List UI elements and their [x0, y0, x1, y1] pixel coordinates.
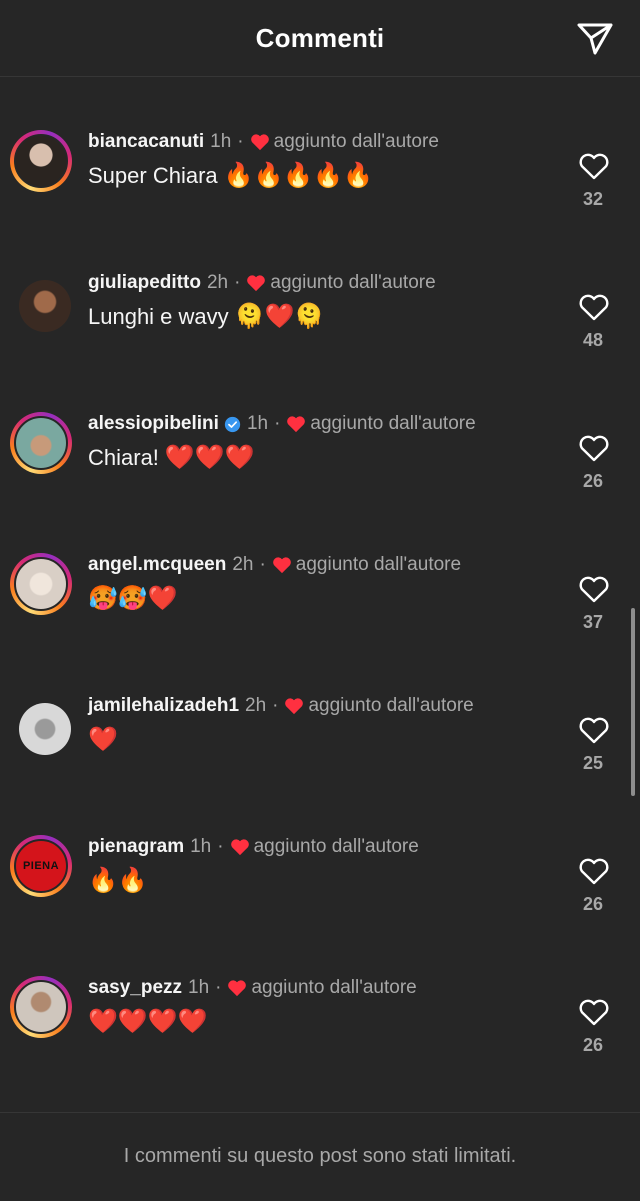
like-count: 32	[582, 189, 604, 209]
comment-emojis: 🫠❤️🫠	[234, 302, 325, 330]
like-count: 25	[582, 753, 604, 773]
author-heart-icon	[285, 698, 304, 715]
liked-by-author-label: aggiunto dall'autore	[270, 272, 436, 293]
header-bar: Commenti	[0, 0, 640, 77]
comment-username[interactable]: biancacanuti	[88, 131, 204, 153]
separator-dot: ·	[217, 836, 224, 857]
comment-row: biancacanuti 1h · aggiunto dall'autore S…	[0, 76, 640, 217]
like-count: 37	[582, 612, 604, 632]
author-heart-icon	[228, 980, 247, 997]
comment-username[interactable]: alessiopibelini	[88, 413, 219, 435]
comment-text: Super Chiara 🔥🔥🔥🔥🔥	[88, 161, 373, 190]
comment-emojis: ❤️❤️❤️❤️	[88, 1007, 208, 1035]
comment-emojis: 🔥🔥🔥🔥🔥	[223, 161, 374, 189]
comment-body: Lunghi e wavy	[88, 304, 229, 329]
like-count: 26	[582, 1035, 604, 1055]
comment-text: 🔥🔥	[88, 866, 148, 895]
like-count: 48	[582, 330, 604, 350]
comment-row: PIENA pienagram 1h · aggiunto dall'autor…	[0, 781, 640, 922]
comment-username[interactable]: sasy_pezz	[88, 977, 182, 999]
like-count: 26	[582, 894, 604, 914]
comment-body: Chiara!	[88, 445, 159, 470]
send-icon	[577, 23, 613, 55]
avatar[interactable]	[10, 271, 72, 333]
comment-emojis: 🔥🔥	[88, 866, 148, 894]
comment-time: 1h	[210, 131, 232, 152]
author-heart-icon	[250, 134, 269, 151]
separator-dot: ·	[237, 131, 244, 152]
heart-outline-icon[interactable]	[578, 433, 610, 463]
liked-by-author-label: aggiunto dall'autore	[251, 977, 417, 998]
comment-username[interactable]: angel.mcqueen	[88, 554, 226, 576]
comment-text: Lunghi e wavy 🫠❤️🫠	[88, 302, 324, 331]
avatar[interactable]: PIENA	[10, 835, 72, 897]
liked-by-author-label: aggiunto dall'autore	[310, 413, 476, 434]
comment-row: sasy_pezz 1h · aggiunto dall'autore ❤️❤️…	[0, 922, 640, 1063]
separator-dot: ·	[272, 695, 279, 716]
heart-outline-icon[interactable]	[578, 997, 610, 1027]
comment-username[interactable]: jamilehalizadeh1	[88, 695, 239, 717]
heart-outline-icon[interactable]	[578, 856, 610, 886]
comment-row: giuliapeditto 2h · aggiunto dall'autore …	[0, 217, 640, 358]
author-heart-icon	[287, 416, 306, 433]
comment-body: Super Chiara	[88, 163, 218, 188]
comment-time: 2h	[232, 554, 254, 575]
comments-limited-footer: I commenti su questo post sono stati lim…	[0, 1112, 640, 1201]
liked-by-author-label: aggiunto dall'autore	[273, 131, 439, 152]
avatar-logo-text: PIENA	[22, 860, 60, 872]
separator-dot: ·	[274, 413, 281, 434]
avatar[interactable]	[10, 553, 72, 615]
comment-time: 1h	[188, 977, 210, 998]
author-heart-icon	[272, 557, 291, 574]
heart-outline-icon[interactable]	[578, 715, 610, 745]
comment-emojis: 🥵🥵❤️	[88, 584, 178, 612]
comment-time: 2h	[245, 695, 267, 716]
comment-text: 🥵🥵❤️	[88, 584, 178, 613]
comment-text: ❤️	[88, 725, 118, 754]
comments-list: biancacanuti 1h · aggiunto dall'autore S…	[0, 76, 640, 1112]
avatar[interactable]	[10, 976, 72, 1038]
scrollbar[interactable]	[631, 608, 635, 796]
heart-outline-icon[interactable]	[578, 574, 610, 604]
comment-emojis: ❤️	[88, 725, 118, 753]
separator-dot: ·	[234, 272, 241, 293]
send-button[interactable]	[576, 20, 614, 58]
comment-emojis: ❤️❤️❤️	[164, 443, 255, 471]
liked-by-author-label: aggiunto dall'autore	[308, 695, 474, 716]
comment-text: Chiara! ❤️❤️❤️	[88, 443, 255, 472]
comment-row: alessiopibelini 1h · aggiunto dall'autor…	[0, 358, 640, 499]
heart-outline-icon[interactable]	[578, 292, 610, 322]
comment-time: 1h	[190, 836, 212, 857]
comment-row: angel.mcqueen 2h · aggiunto dall'autore …	[0, 499, 640, 640]
author-heart-icon	[247, 275, 266, 292]
comment-time: 2h	[206, 272, 229, 293]
avatar[interactable]	[10, 130, 72, 192]
liked-by-author-label: aggiunto dall'autore	[295, 554, 462, 575]
page-title: Commenti	[255, 22, 385, 53]
verified-badge-icon	[224, 416, 241, 432]
avatar[interactable]	[10, 412, 72, 474]
like-count: 26	[582, 471, 604, 491]
comment-username[interactable]: giuliapeditto	[88, 272, 201, 294]
liked-by-author-label: aggiunto dall'autore	[253, 836, 419, 857]
separator-dot: ·	[259, 554, 266, 575]
author-heart-icon	[230, 839, 249, 856]
comments-limited-notice: I commenti su questo post sono stati lim…	[123, 1144, 517, 1167]
comment-time: 1h	[246, 413, 269, 434]
avatar[interactable]	[10, 694, 72, 756]
heart-outline-icon[interactable]	[578, 151, 610, 181]
comment-text: ❤️❤️❤️❤️	[88, 1007, 208, 1036]
comment-row: jamilehalizadeh1 2h · aggiunto dall'auto…	[0, 640, 640, 781]
separator-dot: ·	[215, 977, 222, 998]
comment-username[interactable]: pienagram	[88, 836, 184, 858]
